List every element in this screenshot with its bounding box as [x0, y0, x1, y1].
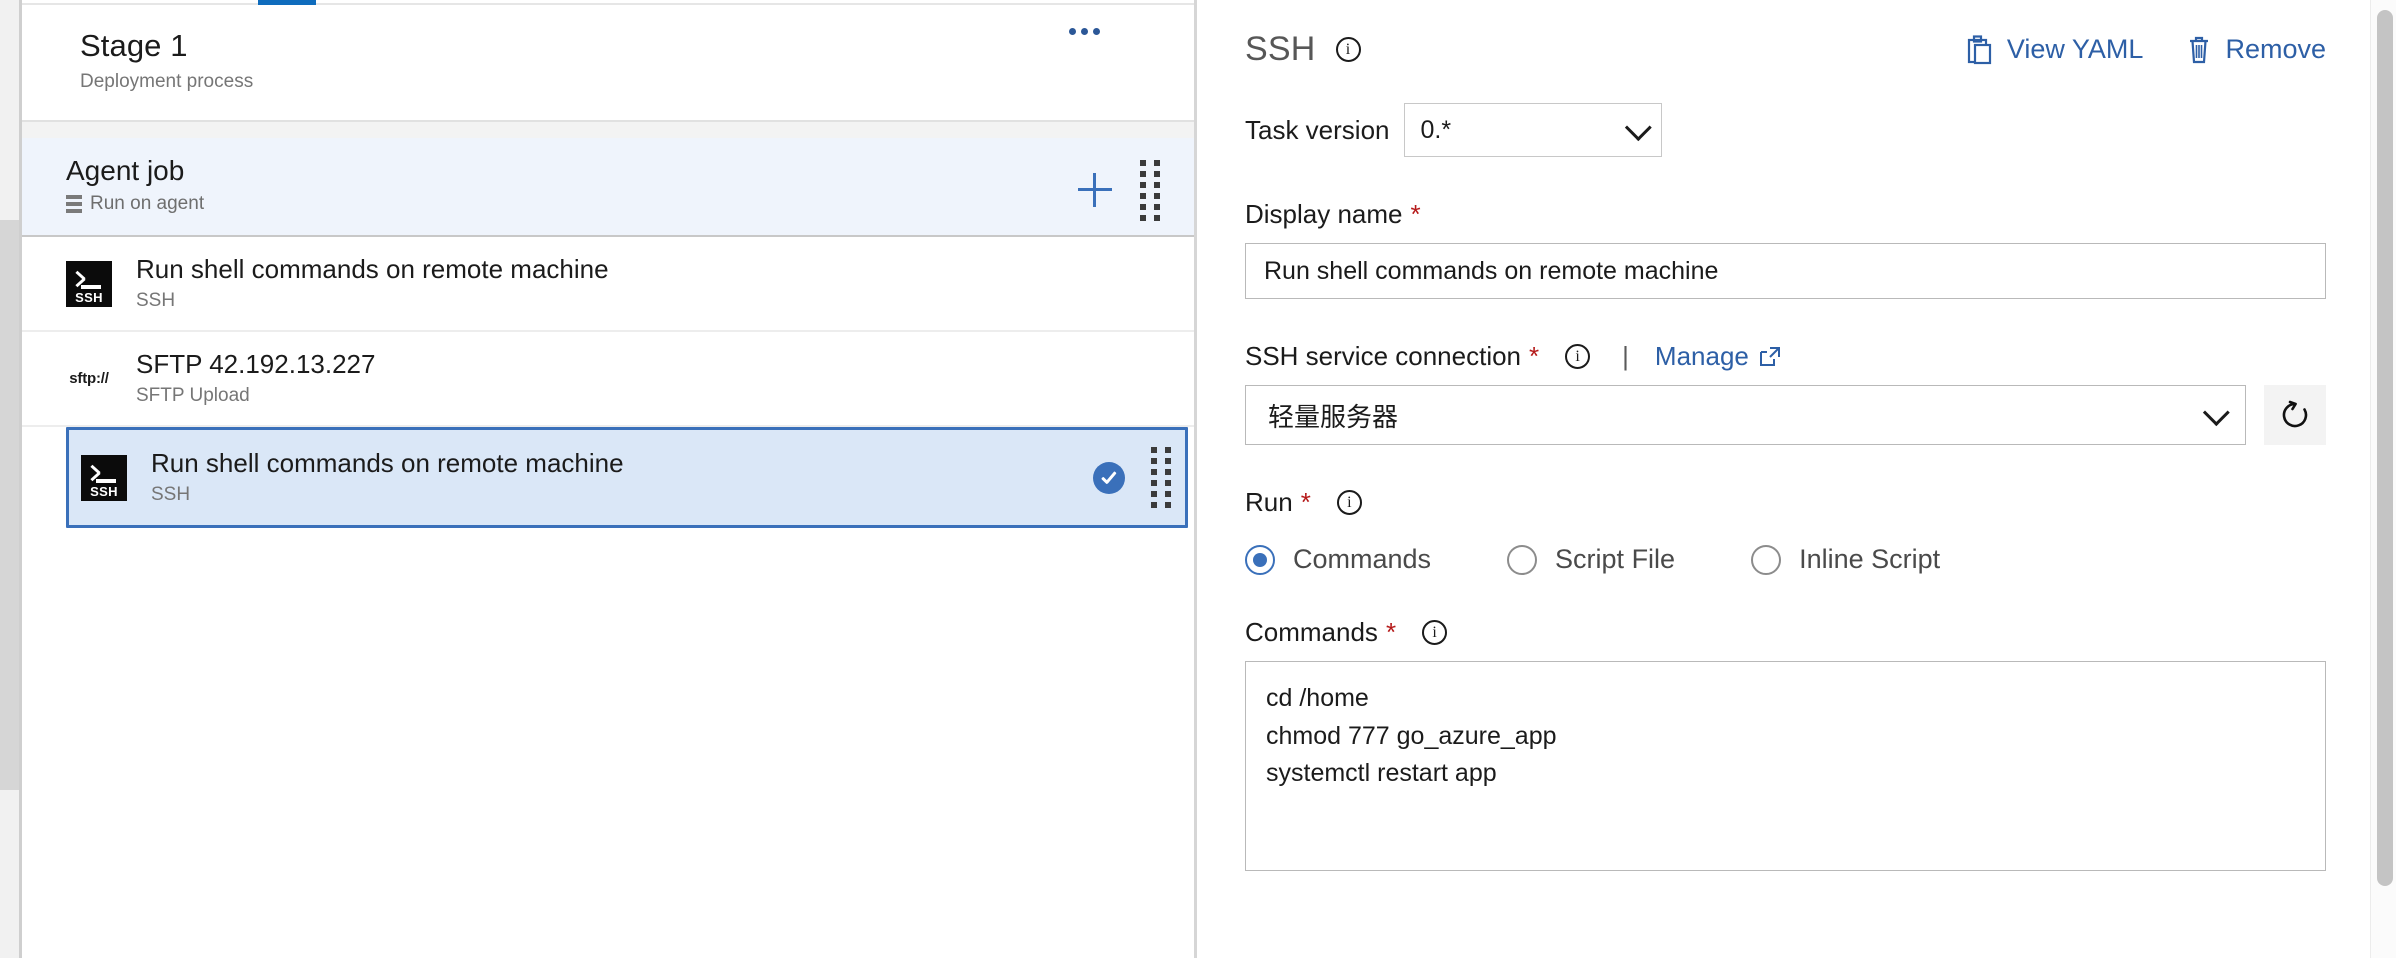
chevron-down-icon	[1624, 113, 1652, 141]
ssh-service-connection-value: 轻量服务器	[1268, 401, 1399, 432]
commands-label-row: Commands * i	[1245, 617, 2326, 648]
ssh-icon-label: SSH	[75, 289, 103, 305]
task-version-select[interactable]: 0.*	[1403, 103, 1662, 157]
task-version-row: Task version 0.*	[1245, 103, 2326, 157]
display-name-input[interactable]	[1245, 243, 2326, 299]
radio-dot-icon	[1751, 544, 1782, 575]
task-text: Run shell commands on remote machine SSH	[136, 254, 1194, 313]
required-marker: *	[1300, 487, 1311, 517]
run-radio-group: Commands Script File Inline Script	[1245, 544, 2326, 575]
stage-title: Stage 1	[80, 28, 188, 63]
task-version-value: 0.*	[1420, 115, 1452, 144]
info-icon[interactable]: i	[1336, 490, 1362, 515]
task-drag-handle-icon[interactable]	[1151, 447, 1171, 509]
ssh-icon-label: SSH	[90, 483, 118, 499]
required-marker: *	[1385, 617, 1397, 647]
commands-textarea[interactable]: cd /home chmod 777 go_azure_app systemct…	[1245, 661, 2326, 871]
info-icon[interactable]: i	[1422, 620, 1448, 645]
refresh-connections-button[interactable]	[2264, 385, 2326, 445]
task-icon-wrap: SSH	[66, 260, 112, 307]
ssh-icon: SSH	[66, 260, 112, 307]
settings-vertical-scrollbar[interactable]	[2370, 0, 2396, 958]
stage-subtitle: Deployment process	[80, 70, 254, 92]
task-name: Run shell commands on remote machine	[136, 254, 609, 285]
settings-form: Task version 0.* Display name * SSH serv…	[1245, 103, 2396, 876]
display-name-label-row: Display name *	[1245, 199, 2326, 230]
agent-job-title: Agent job	[66, 154, 185, 186]
task-text: SFTP 42.192.13.227 SFTP Upload	[136, 349, 1194, 408]
radio-commands-label: Commands	[1293, 544, 1432, 574]
sftp-icon: sftp://	[69, 370, 109, 388]
agent-job-row[interactable]: Agent job Run on agent	[22, 137, 1194, 238]
task-row[interactable]: sftp:// SFTP 42.192.13.227 SFTP Upload	[22, 332, 1194, 428]
radio-inline-script[interactable]: Inline Script	[1751, 544, 1940, 575]
info-icon[interactable]: i	[1335, 37, 1361, 62]
run-label-row: Run * i	[1245, 487, 2326, 518]
task-list: SSH Run shell commands on remote machine…	[22, 237, 1194, 529]
settings-scrollbar-thumb[interactable]	[2377, 10, 2393, 886]
trash-icon	[2190, 36, 2209, 63]
task-subtitle: SFTP Upload	[136, 385, 250, 407]
stage-overflow-menu-icon[interactable]	[1069, 28, 1100, 35]
task-settings-header: SSH i View YAML Remove	[1245, 0, 2396, 69]
radio-inline-script-label: Inline Script	[1799, 544, 1941, 574]
agent-job-subtitle: Run on agent	[90, 193, 205, 215]
task-icon-wrap: sftp://	[66, 356, 112, 402]
radio-commands[interactable]: Commands	[1245, 544, 1431, 575]
agent-job-subtitle-wrap: Run on agent	[66, 193, 1194, 215]
label-separator: |	[1622, 341, 1629, 371]
external-link-icon	[1759, 346, 1780, 366]
add-task-button[interactable]	[1078, 173, 1112, 208]
manage-link[interactable]: Manage	[1655, 341, 1781, 372]
view-yaml-button[interactable]: View YAML	[1967, 34, 2144, 65]
ssh-service-connection-row: 轻量服务器	[1245, 385, 2326, 445]
task-version-label: Task version	[1245, 114, 1390, 145]
remove-label: Remove	[2225, 34, 2326, 64]
clipboard-icon	[1967, 34, 1991, 64]
page-title: SSH	[1245, 30, 1316, 68]
task-enabled-check-icon[interactable]	[1093, 461, 1125, 494]
task-text: Run shell commands on remote machine SSH	[151, 448, 1093, 507]
header-actions: View YAML Remove	[1967, 34, 2326, 65]
display-name-label: Display name	[1245, 199, 1403, 229]
agent-job-drag-handle-icon[interactable]	[1140, 159, 1160, 221]
outer-vertical-scrollbar[interactable]	[0, 0, 22, 958]
stage-gap-band	[22, 121, 1194, 138]
task-row-actions	[1093, 447, 1171, 509]
tasks-panel: Stage 1 Deployment process Agent job Run…	[22, 0, 1197, 958]
required-marker: *	[1529, 341, 1540, 371]
radio-dot-icon	[1245, 544, 1275, 575]
agent-job-actions	[1078, 159, 1160, 221]
chevron-down-icon	[2202, 398, 2230, 426]
task-row[interactable]: SSH Run shell commands on remote machine…	[22, 237, 1194, 333]
pipeline-task-editor: Stage 1 Deployment process Agent job Run…	[0, 0, 2396, 958]
commands-label: Commands	[1245, 617, 1378, 647]
task-name: SFTP 42.192.13.227	[136, 349, 376, 380]
view-yaml-label: View YAML	[2006, 34, 2144, 64]
server-icon	[66, 194, 82, 214]
task-subtitle: SSH	[136, 290, 176, 312]
required-marker: *	[1410, 199, 1421, 229]
ssh-service-connection-label: SSH service connection	[1245, 341, 1522, 371]
ssh-service-connection-select[interactable]: 轻量服务器	[1245, 385, 2246, 445]
task-row-selected[interactable]: SSH Run shell commands on remote machine…	[66, 427, 1188, 529]
ssh-icon: SSH	[81, 454, 127, 501]
refresh-icon	[2282, 400, 2308, 428]
manage-label: Manage	[1654, 341, 1749, 371]
ssh-service-connection-label-row: SSH service connection * i | Manage	[1245, 341, 2326, 372]
radio-script-file-label: Script File	[1555, 544, 1676, 574]
task-icon-wrap: SSH	[81, 454, 127, 501]
task-settings-panel: SSH i View YAML Remove Task version 0.* …	[1197, 0, 2396, 958]
task-subtitle: SSH	[151, 484, 191, 506]
radio-dot-icon	[1507, 544, 1538, 575]
run-label: Run	[1245, 487, 1293, 517]
remove-button[interactable]: Remove	[2187, 34, 2326, 65]
stage-header: Stage 1 Deployment process	[22, 5, 1194, 122]
info-icon[interactable]: i	[1565, 344, 1591, 369]
radio-script-file[interactable]: Script File	[1507, 544, 1675, 575]
task-name: Run shell commands on remote machine	[151, 448, 624, 479]
